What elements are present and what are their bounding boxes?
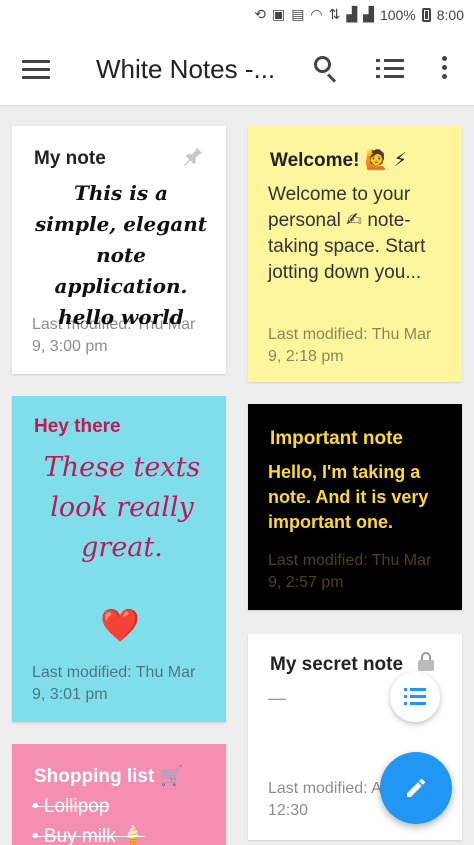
note-title: My secret note	[270, 654, 404, 675]
menu-icon[interactable]	[22, 60, 50, 80]
more-options-icon[interactable]	[440, 56, 448, 82]
last-modified: Last modified: Thu Mar 9, 3:00 pm	[32, 316, 196, 355]
note-card-important-note[interactable]: Important note Hello, I'm taking a note.…	[248, 404, 462, 610]
clock: 8:00	[436, 6, 464, 23]
note-card-shopping-list[interactable]: Shopping list 🛒 • Lollipop • Buy milk 🍦	[12, 744, 226, 845]
note-card-hey-there[interactable]: Hey there These texts look really great.…	[12, 396, 226, 722]
last-modified: Last modified: Thu Mar 9, 2:18 pm	[268, 326, 432, 365]
checklist-item: • Buy milk 🍦	[32, 826, 145, 845]
notification-icon: ▣	[271, 6, 286, 22]
note-card-welcome[interactable]: Welcome! 🙋 ⚡ Welcome to your personal ✍ …	[248, 126, 462, 382]
status-bar: ⟲ ▣ ▤ ◠ ⇅ ▟ ▟ 100% 8:00	[0, 0, 474, 34]
note-body: —	[268, 688, 286, 708]
note-body: Welcome to your personal ✍ note-taking s…	[268, 184, 426, 283]
checklist-item: • Lollipop	[32, 796, 110, 817]
status-icons: ⟲ ▣ ▤ ◠ ⇅ ▟ ▟	[254, 6, 374, 23]
note-body: This is a simple, elegant note applicati…	[34, 181, 208, 329]
app-bar: White Notes -...	[0, 34, 474, 106]
note-title: Hey there	[34, 416, 121, 437]
signal-icon: ▟	[363, 6, 374, 22]
wifi-icon: ◠	[310, 6, 323, 22]
note-body: These texts look really great.	[43, 452, 201, 563]
lock-icon	[418, 652, 434, 671]
heart-emoji: ❤️	[100, 607, 140, 643]
signal-icon: ▟	[346, 6, 358, 22]
note-body: Hello, I'm taking a note. And it is very…	[268, 462, 429, 532]
note-title: Welcome! 🙋 ⚡	[270, 150, 407, 171]
note-card-my-note[interactable]: My note This is a simple, elegant note a…	[12, 126, 226, 374]
pin-icon[interactable]	[182, 144, 204, 166]
note-title: My note	[34, 148, 106, 169]
list-view-icon[interactable]	[376, 58, 404, 80]
note-title: Shopping list 🛒	[34, 766, 184, 787]
battery-percent: 100%	[379, 6, 416, 23]
edit-pencil-icon	[407, 778, 426, 797]
battery-icon	[421, 7, 431, 22]
status-right: ⟲ ▣ ▤ ◠ ⇅ ▟ ▟ 100% 8:00	[254, 6, 464, 23]
list-view-icon	[404, 688, 426, 706]
gallery-icon: ▤	[291, 6, 305, 22]
new-note-button[interactable]	[380, 752, 452, 824]
sync-icon: ⟲	[254, 6, 266, 22]
app-title: White Notes -...	[96, 54, 276, 84]
list-toggle-button[interactable]	[390, 672, 440, 722]
last-modified: Last modified: Thu Mar 9, 3:01 pm	[32, 664, 196, 703]
data-icon: ⇅	[328, 6, 341, 22]
note-title: Important note	[270, 428, 403, 449]
last-modified: Last modified: Thu Mar 9, 2:57 pm	[268, 552, 432, 591]
search-icon[interactable]	[314, 56, 338, 84]
